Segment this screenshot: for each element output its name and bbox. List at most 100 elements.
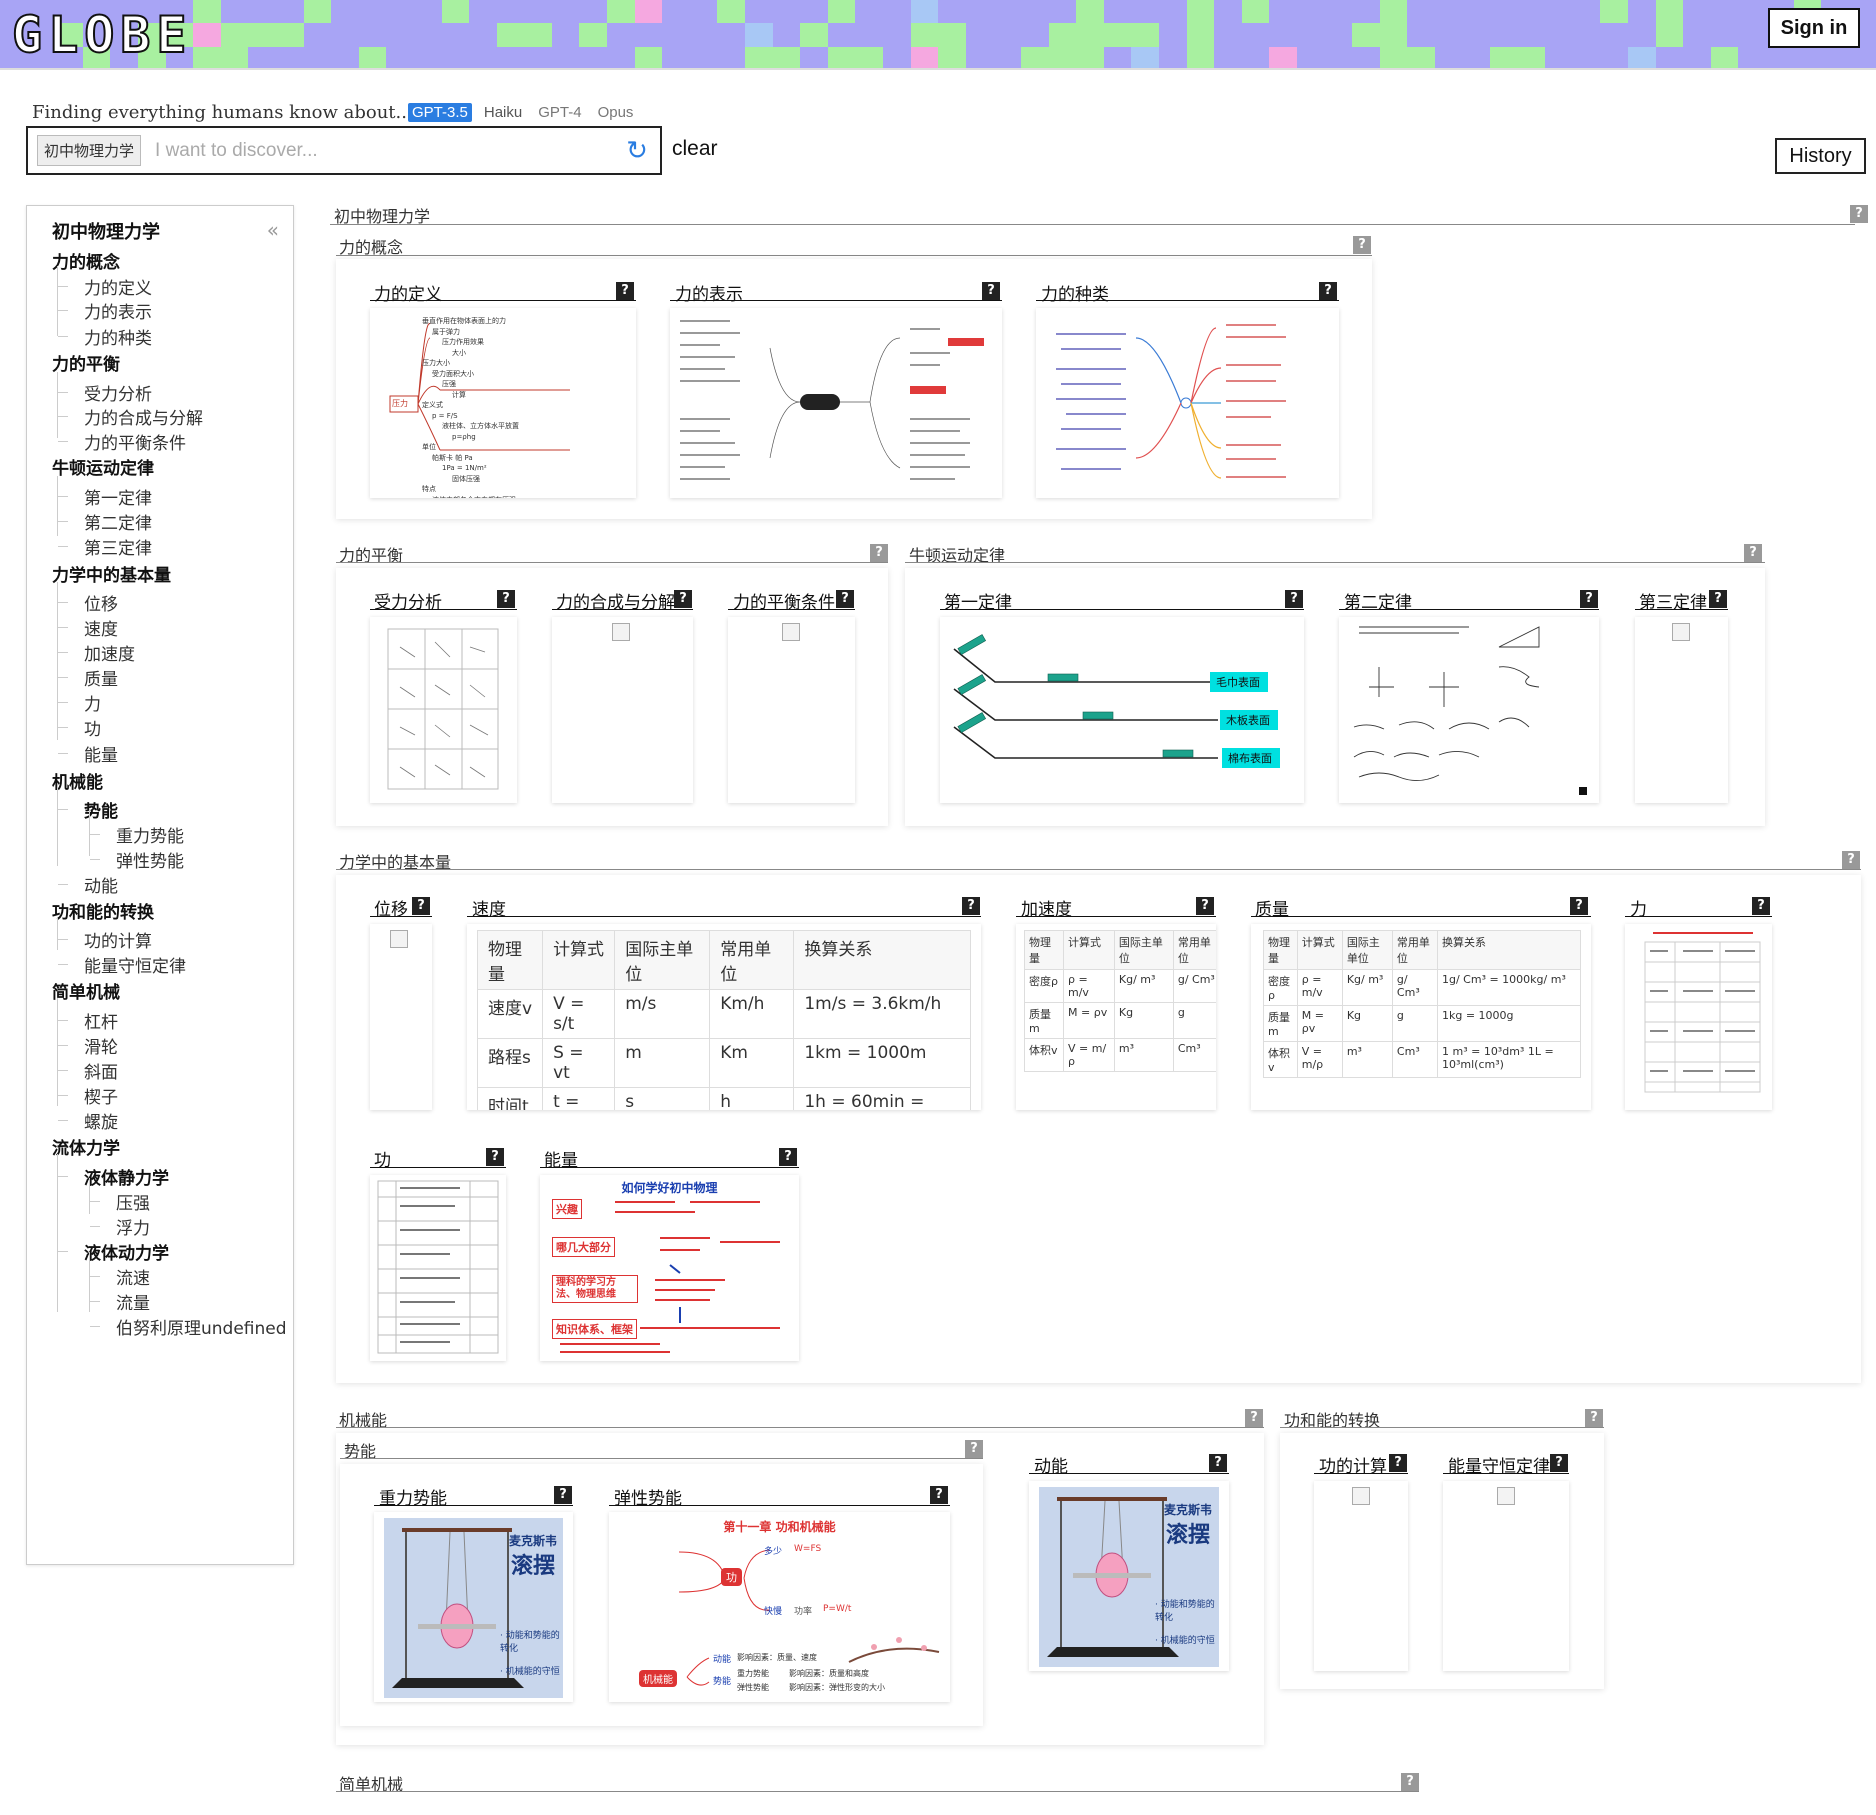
work-table-image[interactable]: [370, 1175, 506, 1361]
sidebar-item[interactable]: 功和能的转换: [52, 898, 154, 923]
help-icon[interactable]: ?: [497, 590, 515, 608]
sidebar-item[interactable]: 流量: [116, 1289, 150, 1314]
help-icon[interactable]: ?: [486, 1148, 504, 1166]
model-option-opus[interactable]: Opus: [594, 103, 638, 122]
help-icon[interactable]: ?: [962, 897, 980, 915]
help-icon[interactable]: ?: [1752, 897, 1770, 915]
sidebar-item[interactable]: 流速: [116, 1264, 150, 1289]
sidebar-item[interactable]: 第三定律: [84, 534, 152, 559]
card-title-force-types[interactable]: 力的种类: [1041, 280, 1109, 305]
topic-chip[interactable]: 初中物理力学: [37, 135, 142, 166]
help-icon[interactable]: ?: [1319, 282, 1337, 300]
help-icon[interactable]: ?: [930, 1486, 948, 1504]
elastic-pe-poster[interactable]: 第十一章 功和机械能 功 机械能 动能 势能 多少 W=FS 快慢 功率 P=W…: [609, 1512, 950, 1702]
maxwell-pendulum-image-1[interactable]: 麦克斯韦 滚摆 · 动能和势能的转化 · 机械能的守恒: [374, 1512, 573, 1702]
force-analysis-image[interactable]: [370, 617, 517, 803]
sidebar-item[interactable]: 动能: [84, 872, 118, 897]
sidebar-item[interactable]: 机械能: [52, 768, 103, 793]
sidebar-item[interactable]: 重力势能: [116, 822, 184, 847]
sidebar-item[interactable]: 力的种类: [84, 324, 152, 349]
sidebar-item[interactable]: 力: [84, 690, 101, 715]
sidebar-title[interactable]: 初中物理力学: [52, 218, 160, 244]
help-icon[interactable]: ?: [1285, 590, 1303, 608]
energy-poster[interactable]: 如何学好初中物理 兴趣 哪几大部分 理科的学习方法、物理思维 知识体系、框架: [540, 1175, 799, 1361]
balance-condition-image[interactable]: [728, 617, 855, 803]
model-option-gpt4[interactable]: GPT-4: [534, 103, 585, 122]
sidebar-item[interactable]: 力的合成与分解: [84, 404, 203, 429]
first-law-diagram[interactable]: 毛巾表面 木板表面 棉布表面: [940, 617, 1304, 803]
sidebar-item[interactable]: 压强: [116, 1189, 150, 1214]
model-option-gpt35[interactable]: GPT-3.5: [408, 103, 472, 122]
help-icon[interactable]: ?: [836, 590, 854, 608]
globe-logo[interactable]: GLOBE: [11, 5, 212, 65]
card-title-force-representation[interactable]: 力的表示: [675, 280, 743, 305]
sidebar-item[interactable]: 斜面: [84, 1058, 118, 1083]
help-icon[interactable]: ?: [674, 590, 692, 608]
sidebar-item[interactable]: 能量: [84, 741, 118, 766]
help-icon[interactable]: ?: [1570, 897, 1588, 915]
maxwell-pendulum-image-2[interactable]: 麦克斯韦 滚摆 · 动能和势能的转化 · 机械能的守恒: [1029, 1481, 1229, 1671]
double-chevron-left-icon[interactable]: «: [267, 218, 279, 242]
sidebar-item[interactable]: 力的平衡: [52, 350, 120, 375]
sidebar-item[interactable]: 速度: [84, 615, 118, 640]
help-icon[interactable]: ?: [870, 544, 888, 562]
sidebar-item[interactable]: 力的概念: [52, 248, 120, 273]
force-composition-image[interactable]: [552, 617, 693, 803]
help-icon[interactable]: ?: [1245, 1409, 1263, 1427]
card-title-force-definition[interactable]: 力的定义: [374, 280, 442, 305]
sidebar-item[interactable]: 质量: [84, 665, 118, 690]
clear-button[interactable]: clear: [672, 137, 718, 161]
help-icon[interactable]: ?: [616, 282, 634, 300]
model-option-haiku[interactable]: Haiku: [480, 103, 526, 122]
help-icon[interactable]: ?: [1744, 544, 1762, 562]
sidebar-item[interactable]: 浮力: [116, 1214, 150, 1239]
help-icon[interactable]: ?: [965, 1440, 983, 1458]
help-icon[interactable]: ?: [554, 1486, 572, 1504]
sidebar-item[interactable]: 伯努利原理undefined: [116, 1314, 287, 1339]
sidebar-item[interactable]: 液体动力学: [84, 1239, 169, 1264]
sidebar-item[interactable]: 滑轮: [84, 1033, 118, 1058]
sidebar-item[interactable]: 简单机械: [52, 978, 120, 1003]
help-icon[interactable]: ?: [779, 1148, 797, 1166]
mass-table-card[interactable]: 物理量 计算式 国际主单位 常用单位 换算关系 密度ρ ρ = m/v Kg/ m³ g/ Cm…: [1251, 924, 1591, 1110]
sidebar-item[interactable]: 流体力学: [52, 1134, 120, 1159]
sidebar-item[interactable]: 力的平衡条件: [84, 429, 186, 454]
sidebar-item[interactable]: 楔子: [84, 1083, 118, 1108]
help-icon[interactable]: ?: [1842, 851, 1860, 869]
sidebar-item[interactable]: 第一定律: [84, 484, 152, 509]
work-calculation-image[interactable]: [1314, 1481, 1408, 1671]
sidebar-item[interactable]: 液体静力学: [84, 1164, 169, 1189]
refresh-icon[interactable]: ↻: [624, 138, 650, 164]
sidebar-item[interactable]: 功: [84, 715, 101, 740]
force-table-image[interactable]: [1625, 924, 1772, 1110]
help-icon[interactable]: ?: [1353, 236, 1371, 254]
help-icon[interactable]: ?: [1209, 1454, 1227, 1472]
help-icon[interactable]: ?: [1196, 897, 1214, 915]
help-icon[interactable]: ?: [1585, 1409, 1603, 1427]
sidebar-item[interactable]: 力的表示: [84, 298, 152, 323]
help-icon[interactable]: ?: [1580, 590, 1598, 608]
sidebar-item[interactable]: 第二定律: [84, 509, 152, 534]
help-icon[interactable]: ?: [1850, 205, 1868, 223]
displacement-image[interactable]: [370, 924, 432, 1110]
force-representation-mindmap[interactable]: [670, 308, 1002, 498]
force-definition-mindmap[interactable]: 垂直作用在物体表面上的力 属于弹力 压力作用效果 大小 压力大小 受力面积大小 压强 计算 定义…: [370, 308, 636, 498]
third-law-image[interactable]: [1635, 617, 1728, 803]
sidebar-item[interactable]: 螺旋: [84, 1108, 118, 1133]
sidebar-item[interactable]: 受力分析: [84, 380, 152, 405]
help-icon[interactable]: ?: [1401, 1773, 1419, 1791]
acceleration-table-card[interactable]: 物理量 计算式 国际主单位 常用单位 密度ρ ρ = m/v Kg/ m³ g/ Cm³ 质量m…: [1016, 924, 1216, 1110]
sidebar-item[interactable]: 力学中的基本量: [52, 561, 171, 586]
history-button[interactable]: History: [1775, 138, 1866, 174]
sidebar-item[interactable]: 弹性势能: [116, 847, 184, 872]
sidebar-item[interactable]: 位移: [84, 590, 118, 615]
help-icon[interactable]: ?: [1389, 1454, 1407, 1472]
help-icon[interactable]: ?: [982, 282, 1000, 300]
second-law-handwritten[interactable]: [1339, 617, 1599, 803]
sidebar-item[interactable]: 功的计算: [84, 927, 152, 952]
sidebar-item[interactable]: 加速度: [84, 640, 135, 665]
sidebar-item[interactable]: 杠杆: [84, 1008, 118, 1033]
speed-table-card[interactable]: 物理量 计算式 国际主单位 常用单位 换算关系 速度v V = s/t m/s Km/h 1m/s…: [467, 924, 981, 1110]
sign-in-button[interactable]: Sign in: [1768, 8, 1860, 48]
sidebar-item[interactable]: 能量守恒定律: [84, 952, 186, 977]
